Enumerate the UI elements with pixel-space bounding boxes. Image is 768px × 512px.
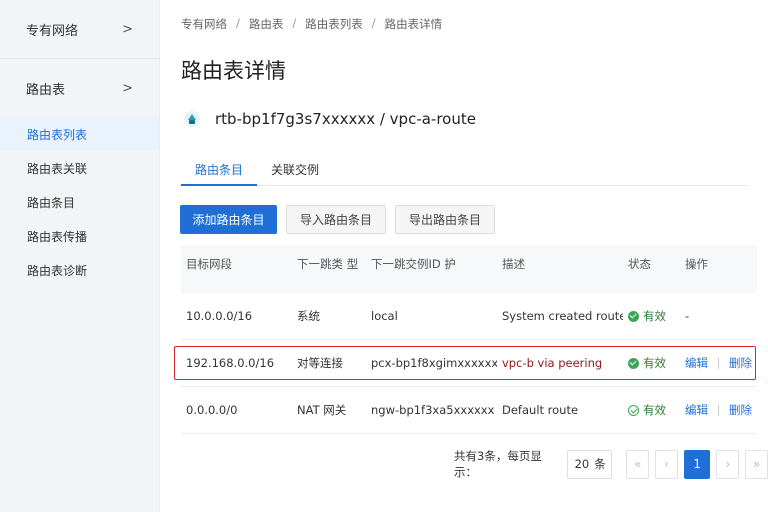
route-table-icon	[184, 111, 200, 127]
cell-next-hop-id: pcx-bp1f8xgimxxxxxx	[371, 356, 497, 370]
cell-actions: -	[685, 309, 690, 323]
import-route-entries-button[interactable]: 导入路由条目	[286, 205, 386, 234]
sidebar-item-route-propagation[interactable]: 路由表传播	[0, 219, 159, 253]
cell-status: 有效	[623, 308, 680, 324]
status-text: 有效	[643, 356, 666, 370]
cell-description: vpc-b via peering	[502, 356, 603, 370]
route-entries-table: 目标网段 下一跳类 型 下一跳交例ID 护 描述 状态 操作 10.0.0.0/…	[174, 245, 757, 434]
edit-link[interactable]: 编辑	[685, 355, 708, 371]
column-header-actions: 操作	[685, 257, 708, 271]
column-header-status: 状态	[628, 257, 651, 271]
column-header-next-hop-type: 下一跳类 型	[297, 257, 359, 271]
cell-next-hop-type: 系统	[297, 309, 320, 323]
action-divider	[718, 404, 719, 416]
sidebar-group-label: 专有网络	[26, 23, 79, 39]
export-route-entries-button[interactable]: 导出路由条目	[395, 205, 495, 234]
total-count-text: 共有3条，每页显示：	[454, 449, 542, 479]
cell-actions: 编辑 删除	[680, 402, 757, 418]
cell-destination: 192.168.0.0/16	[186, 356, 275, 370]
check-circle-outline-icon	[628, 404, 639, 416]
breadcrumb: 专有网络 / 路由表 / 路由表列表 / 路由表详情	[181, 16, 442, 32]
cell-status: 有效	[623, 355, 680, 371]
status-text: 有效	[643, 403, 666, 417]
chevron-right-icon: >	[122, 80, 133, 96]
sidebar-item-route-table-association[interactable]: 路由表关联	[0, 151, 159, 185]
cell-actions: 编辑 删除	[680, 355, 757, 371]
page-button-current[interactable]: 1	[683, 449, 711, 479]
cell-next-hop-type: 对等连接	[297, 356, 343, 370]
delete-link[interactable]: 删除	[729, 402, 752, 418]
page-size-select[interactable]: 20 条	[566, 449, 613, 479]
page-size-unit: 条	[594, 457, 606, 471]
table-row: 10.0.0.0/16 系统 local System created rout…	[181, 293, 757, 340]
sidebar-item-route-entries[interactable]: 路由条目	[0, 185, 159, 219]
check-circle-icon	[628, 357, 639, 369]
check-circle-icon	[628, 310, 639, 322]
edit-link[interactable]: 编辑	[685, 402, 708, 418]
breadcrumb-separator: /	[236, 16, 240, 30]
chevron-right-icon: >	[122, 21, 133, 37]
cell-description: System created route.	[502, 309, 623, 323]
breadcrumb-item-current: 路由表详情	[384, 17, 443, 31]
tab-route-entries[interactable]: 路由条目	[181, 158, 258, 186]
next-page-button[interactable]: ›	[716, 449, 740, 479]
sidebar: 专有网络 > 路由表 > 路由表列表 路由表关联 路由条目 路由表传播 路由表诊…	[0, 0, 159, 512]
breadcrumb-item-route-table[interactable]: 路由表	[249, 16, 284, 32]
page-title: 路由表详情	[181, 59, 286, 83]
prev-page-button[interactable]: ‹	[655, 449, 678, 479]
breadcrumb-separator: /	[371, 16, 376, 30]
cell-destination: 10.0.0.0/16	[186, 309, 253, 323]
pagination: 共有3条，每页显示： 20 条 « ‹ 1 › »	[454, 448, 768, 480]
last-page-button[interactable]: »	[745, 449, 768, 479]
add-route-entry-button[interactable]: 添加路由条目	[180, 205, 277, 234]
main-panel: 专有网络 / 路由表 / 路由表列表 / 路由表详情 路由表详情 rtb-bp1…	[159, 0, 768, 512]
breadcrumb-separator: /	[292, 16, 297, 30]
table-row: 192.168.0.0/16 对等连接 pcx-bp1f8xgimxxxxxx …	[181, 340, 757, 387]
tab-bar: 路由条目 关联交例	[181, 158, 748, 186]
column-header-next-hop-id: 下一跳交例ID 护	[371, 257, 456, 271]
cell-next-hop-id: ngw-bp1f3xa5xxxxxx	[371, 403, 495, 417]
cell-destination: 0.0.0.0/0	[186, 403, 238, 417]
column-header-destination: 目标网段	[186, 257, 232, 271]
sidebar-menu: 路由表列表 路由表关联 路由条目 路由表传播 路由表诊断	[0, 117, 159, 287]
sidebar-item-route-diagnosis[interactable]: 路由表诊断	[0, 253, 159, 287]
tab-associated-instances[interactable]: 关联交例	[257, 158, 333, 186]
action-divider	[718, 357, 719, 369]
sidebar-group-route-table[interactable]: 路由表 >	[0, 59, 159, 117]
resource-name: rtb-bp1f7g3s7xxxxxx / vpc-a-route	[215, 110, 476, 128]
sidebar-group-label: 路由表	[26, 82, 66, 98]
page-size-value: 20	[574, 457, 590, 471]
breadcrumb-item-vpc[interactable]: 专有网络	[181, 16, 227, 32]
first-page-button[interactable]: «	[626, 449, 650, 479]
sidebar-group-vpc[interactable]: 专有网络 >	[0, 0, 159, 58]
table-row: 0.0.0.0/0 NAT 网关 ngw-bp1f3xa5xxxxxx Defa…	[181, 387, 757, 434]
cell-next-hop-id: local	[371, 309, 398, 323]
breadcrumb-item-route-table-list[interactable]: 路由表列表	[305, 16, 363, 32]
delete-link[interactable]: 删除	[729, 355, 752, 371]
table-header: 目标网段 下一跳类 型 下一跳交例ID 护 描述 状态 操作	[181, 245, 757, 293]
resource-header: rtb-bp1f7g3s7xxxxxx / vpc-a-route	[183, 110, 476, 128]
sidebar-item-route-table-list[interactable]: 路由表列表	[0, 117, 159, 151]
column-header-description: 描述	[502, 257, 525, 271]
cell-description: Default route	[502, 403, 579, 417]
status-text: 有效	[643, 309, 666, 323]
cell-next-hop-type: NAT 网关	[297, 403, 347, 417]
cell-status: 有效	[623, 402, 680, 418]
